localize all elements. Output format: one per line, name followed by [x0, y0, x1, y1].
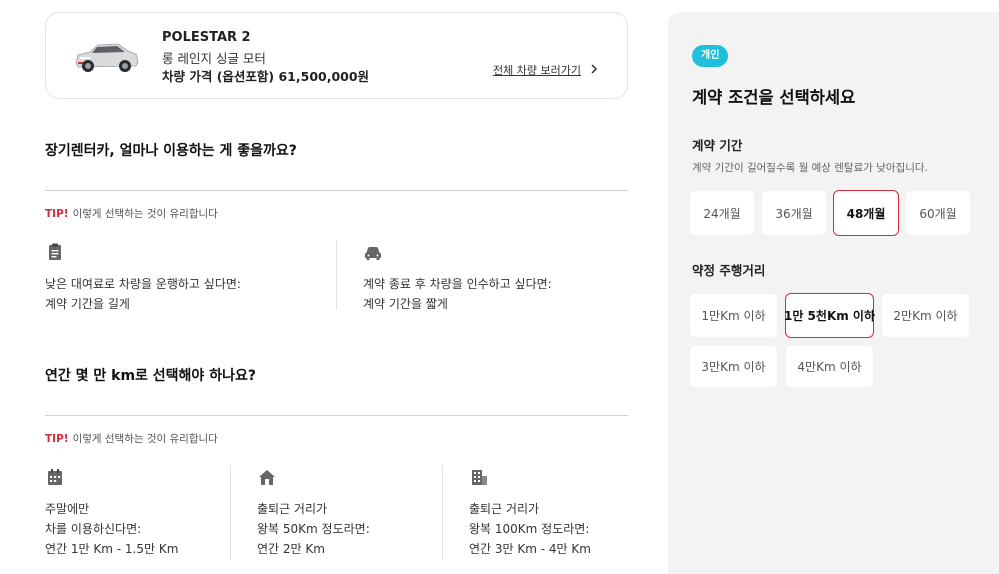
divider	[45, 415, 628, 416]
mileage-label: 약정 주행거리	[692, 263, 766, 278]
car-icon	[365, 247, 381, 260]
chevron-right-icon	[590, 63, 598, 78]
tip-label: TIP!	[45, 208, 69, 220]
mileage-tip: TIP! 이렇게 선택하는 것이 유리합니다	[45, 431, 218, 446]
tip-line: 출퇴근 거리가	[257, 502, 328, 516]
tip-label: TIP!	[45, 433, 69, 445]
divider	[45, 190, 628, 191]
view-all-label: 전체 차량 보러가기	[493, 64, 581, 77]
mileage-tip-commute-50: 출퇴근 거리가 왕복 50Km 정도라면: 연간 2만 Km	[257, 467, 370, 559]
house-icon	[259, 470, 275, 485]
contract-options-panel: 개인 계약 조건을 선택하세요 계약 기간 계약 기간이 길어질수록 월 예상 …	[668, 12, 999, 574]
view-all-cars-link[interactable]: 전체 차량 보러가기	[493, 62, 598, 78]
tip-line: 주말에만	[45, 502, 90, 516]
period-label: 계약 기간	[692, 138, 743, 153]
tip-text: 이렇게 선택하는 것이 유리합니다	[72, 208, 218, 220]
period-option-24[interactable]: 24개월	[689, 190, 755, 236]
tip-line: 연간 2만 Km	[257, 542, 325, 556]
column-divider	[336, 240, 337, 310]
mileage-tip-weekend: 주말에만 차를 이용하신다면: 연간 1만 Km - 1.5만 Km	[45, 467, 178, 559]
mileage-option-40k[interactable]: 4만Km 이하	[785, 345, 874, 388]
tip-line: 낮은 대여료로 차량을 운행하고 싶다면:	[45, 277, 241, 291]
tip-line: 연간 3만 Km - 4만 Km	[469, 542, 591, 556]
customer-type-badge: 개인	[692, 45, 729, 67]
clipboard-icon	[49, 243, 61, 260]
building-icon	[472, 470, 487, 485]
period-tip: TIP! 이렇게 선택하는 것이 유리합니다	[45, 206, 218, 221]
mileage-option-30k[interactable]: 3만Km 이하	[689, 345, 778, 388]
period-option-36[interactable]: 36개월	[761, 190, 827, 236]
column-divider	[230, 465, 231, 560]
period-tip-long: 낮은 대여료로 차량을 운행하고 싶다면: 계약 기간을 길게	[45, 242, 241, 314]
car-summary-card: POLESTAR 2 롱 레인지 싱글 모터 차량 가격 (옵션포함) 61,5…	[45, 12, 628, 99]
calendar-icon	[48, 469, 62, 485]
car-price: 차량 가격 (옵션포함) 61,500,000원	[162, 69, 370, 84]
mileage-option-20k[interactable]: 2만Km 이하	[881, 293, 970, 338]
tip-text: 이렇게 선택하는 것이 유리합니다	[72, 433, 218, 445]
tip-line: 계약 기간을 길게	[45, 297, 130, 311]
mileage-option-10k[interactable]: 1만Km 이하	[689, 293, 778, 338]
period-tip-short: 계약 종료 후 차량을 인수하고 싶다면: 계약 기간을 짧게	[363, 242, 552, 314]
tip-line: 차를 이용하신다면:	[45, 522, 142, 536]
panel-title: 계약 조건을 선택하세요	[692, 88, 856, 107]
column-divider	[442, 465, 443, 560]
car-model-name: POLESTAR 2	[162, 30, 251, 45]
mileage-section-title: 연간 몇 만 km로 선택해야 하나요?	[45, 368, 256, 384]
period-section-title: 장기렌터카, 얼마나 이용하는 게 좋을까요?	[45, 143, 297, 159]
period-option-60[interactable]: 60개월	[905, 190, 971, 236]
car-trim: 롱 레인지 싱글 모터	[162, 51, 266, 66]
car-thumbnail	[75, 43, 139, 72]
mileage-tip-commute-100: 출퇴근 거리가 왕복 100Km 정도라면: 연간 3만 Km - 4만 Km	[469, 467, 591, 559]
tip-line: 연간 1만 Km - 1.5만 Km	[45, 542, 179, 556]
tip-line: 계약 기간을 짧게	[363, 297, 448, 311]
tip-line: 계약 종료 후 차량을 인수하고 싶다면:	[363, 277, 552, 291]
tip-line: 출퇴근 거리가	[469, 502, 540, 516]
period-description: 계약 기간이 길어질수록 월 예상 렌탈료가 낮아집니다.	[692, 162, 928, 174]
tip-line: 왕복 100Km 정도라면:	[469, 522, 590, 536]
period-option-48[interactable]: 48개월	[833, 190, 899, 236]
tip-line: 왕복 50Km 정도라면:	[257, 522, 370, 536]
mileage-option-15k[interactable]: 1만 5천Km 이하	[784, 293, 875, 338]
